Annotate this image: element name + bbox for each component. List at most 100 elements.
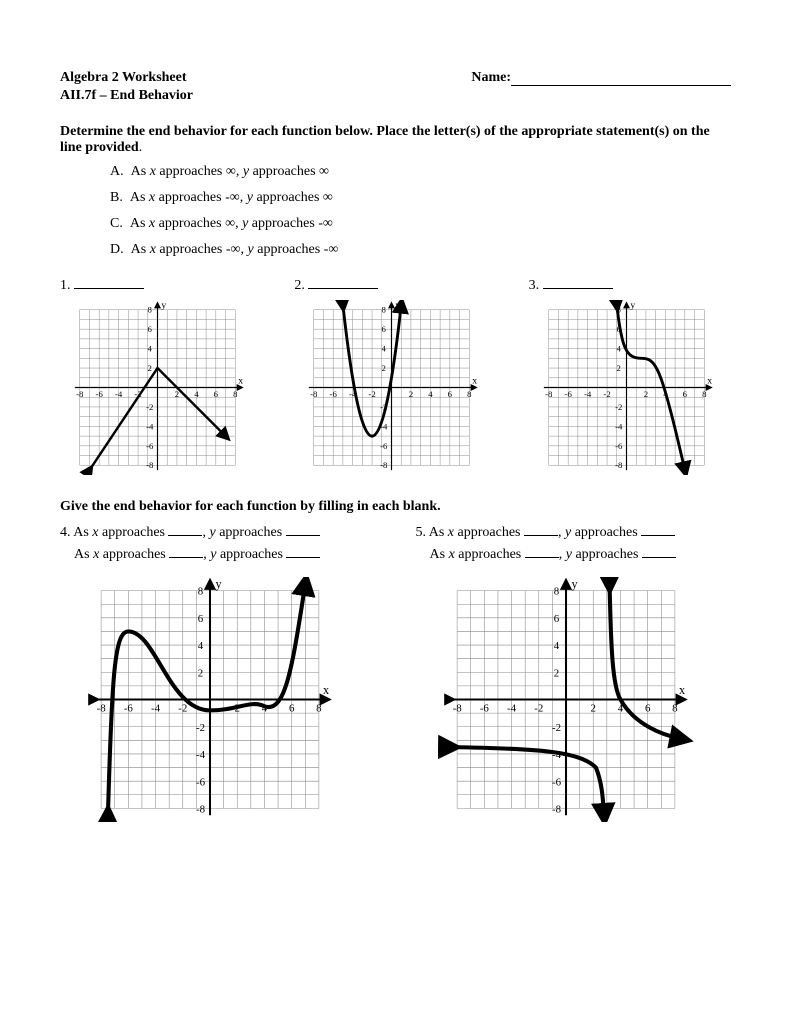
graph-4: xy -8-6-4-22468 8642-2-4-6-8: [60, 577, 360, 822]
svg-text:-2: -2: [551, 722, 560, 734]
svg-text:-6: -6: [146, 441, 154, 451]
answer-blank-1[interactable]: [74, 288, 144, 289]
svg-text:6: 6: [198, 613, 204, 625]
blank-5a[interactable]: [524, 535, 558, 536]
svg-text:-4: -4: [584, 389, 592, 399]
svg-text:8: 8: [382, 305, 387, 315]
blank-5b[interactable]: [641, 535, 675, 536]
answer-choices: A. As x approaches ∞, y approaches ∞ B. …: [110, 164, 731, 258]
blank-4d[interactable]: [286, 557, 320, 558]
svg-text:6: 6: [148, 324, 153, 334]
svg-text:-8: -8: [615, 460, 623, 470]
svg-text:-8: -8: [380, 460, 388, 470]
svg-text:y: y: [215, 577, 222, 591]
name-label: Name:: [471, 70, 511, 85]
worksheet-subtitle: AII.7f – End Behavior: [60, 88, 731, 104]
svg-text:x: x: [323, 683, 329, 697]
svg-text:8: 8: [553, 586, 559, 598]
svg-text:4: 4: [382, 344, 387, 354]
svg-text:2: 2: [590, 703, 595, 715]
svg-text:6: 6: [553, 613, 559, 625]
x-axis-label: x: [238, 376, 243, 387]
svg-text:8: 8: [672, 703, 678, 715]
svg-text:-2: -2: [196, 722, 205, 734]
svg-text:-2: -2: [534, 703, 543, 715]
answer-blank-2[interactable]: [308, 288, 378, 289]
svg-text:-8: -8: [97, 703, 107, 715]
question-5-line-1: 5. As x approaches , y approaches: [416, 525, 732, 541]
question-4-line-2: As x approaches , y approaches: [74, 547, 376, 563]
graph-5: xy -8-6-4-22468 8642-2-4-6-8: [416, 577, 716, 822]
svg-text:y: y: [630, 300, 635, 311]
svg-text:x: x: [678, 683, 684, 697]
svg-text:8: 8: [148, 305, 153, 315]
graph-1: x y -8-6-4-22468 8642-2-4-6-8: [60, 300, 255, 475]
blank-4a[interactable]: [168, 535, 202, 536]
svg-text:y: y: [571, 577, 578, 591]
svg-text:-6: -6: [564, 389, 572, 399]
svg-text:x: x: [707, 376, 712, 387]
svg-text:-8: -8: [545, 389, 553, 399]
svg-text:6: 6: [382, 324, 387, 334]
section-2-instructions: Give the end behavior for each function …: [60, 499, 731, 515]
svg-text:-2: -2: [603, 389, 610, 399]
svg-text:-4: -4: [146, 421, 154, 431]
svg-text:-4: -4: [507, 703, 517, 715]
svg-text:-8: -8: [551, 803, 561, 815]
svg-text:-2: -2: [178, 703, 187, 715]
svg-text:4: 4: [194, 389, 199, 399]
choice-d: D. As x approaches -∞, y approaches -∞: [110, 242, 731, 258]
blank-5c[interactable]: [525, 557, 559, 558]
svg-text:6: 6: [289, 703, 295, 715]
graph-2: xy -8-6-4-22468 8642-2-4-6-8: [294, 300, 489, 475]
svg-text:-4: -4: [151, 703, 161, 715]
svg-text:-6: -6: [551, 776, 561, 788]
question-2-label: 2.: [294, 278, 496, 294]
svg-text:8: 8: [316, 703, 322, 715]
question-5-line-2: As x approaches , y approaches: [430, 547, 732, 563]
svg-text:4: 4: [429, 389, 434, 399]
svg-text:2: 2: [616, 363, 620, 373]
svg-text:4: 4: [198, 640, 204, 652]
svg-text:-8: -8: [196, 803, 206, 815]
question-4-line-1: 4. As x approaches , y approaches: [60, 525, 376, 541]
svg-text:6: 6: [448, 389, 453, 399]
svg-text:-6: -6: [479, 703, 489, 715]
instructions: Determine the end behavior for each func…: [60, 124, 731, 156]
svg-text:2: 2: [148, 363, 152, 373]
svg-text:6: 6: [682, 389, 687, 399]
svg-text:4: 4: [616, 344, 621, 354]
svg-text:-8: -8: [452, 703, 462, 715]
svg-text:-6: -6: [124, 703, 134, 715]
graph-3: xy -8-6-4-22468 8642-2-4-6-8: [529, 300, 724, 475]
svg-text:-6: -6: [330, 389, 338, 399]
svg-text:2: 2: [382, 363, 386, 373]
svg-text:-6: -6: [380, 441, 388, 451]
blank-4b[interactable]: [286, 535, 320, 536]
blank-5d[interactable]: [642, 557, 676, 558]
y-axis-label: y: [161, 300, 166, 311]
answer-blank-3[interactable]: [543, 288, 613, 289]
question-1-label: 1.: [60, 278, 262, 294]
svg-text:2: 2: [553, 667, 558, 679]
name-blank[interactable]: [511, 85, 731, 86]
svg-text:2: 2: [643, 389, 647, 399]
name-field: Name:: [471, 70, 731, 86]
svg-text:4: 4: [553, 640, 559, 652]
svg-text:-2: -2: [369, 389, 376, 399]
blank-4c[interactable]: [169, 557, 203, 558]
svg-text:8: 8: [233, 389, 238, 399]
svg-text:-4: -4: [196, 749, 206, 761]
svg-text:2: 2: [198, 667, 203, 679]
choice-c: C. As x approaches ∞, y approaches -∞: [110, 216, 731, 232]
svg-text:6: 6: [644, 703, 650, 715]
svg-text:8: 8: [702, 389, 707, 399]
svg-text:x: x: [473, 376, 478, 387]
choice-a: A. As x approaches ∞, y approaches ∞: [110, 164, 731, 180]
question-3-label: 3.: [529, 278, 731, 294]
svg-text:-8: -8: [76, 389, 84, 399]
svg-text:-4: -4: [615, 421, 623, 431]
svg-text:-6: -6: [96, 389, 104, 399]
svg-text:-2: -2: [615, 402, 622, 412]
svg-text:-2: -2: [146, 402, 153, 412]
